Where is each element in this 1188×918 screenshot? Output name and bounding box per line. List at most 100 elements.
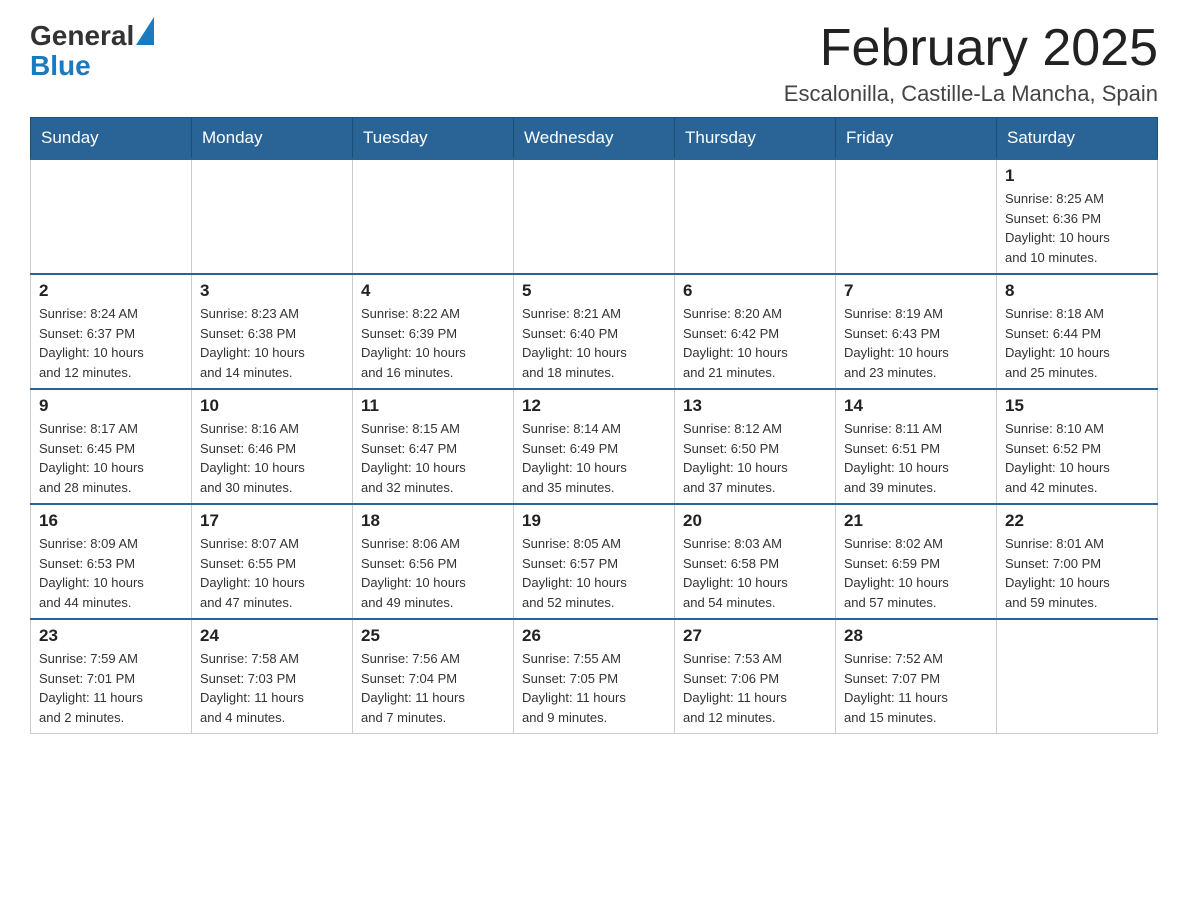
table-row: 2Sunrise: 8:24 AM Sunset: 6:37 PM Daylig… [31,274,192,389]
calendar-table: Sunday Monday Tuesday Wednesday Thursday… [30,117,1158,734]
calendar-header-row: Sunday Monday Tuesday Wednesday Thursday… [31,118,1158,160]
day-info: Sunrise: 8:09 AM Sunset: 6:53 PM Dayligh… [39,534,183,612]
day-info: Sunrise: 8:20 AM Sunset: 6:42 PM Dayligh… [683,304,827,382]
table-row: 3 Sunrise: 8:23 AM Sunset: 6:38 PM Daylig… [192,274,353,389]
calendar-week-row: 16 Sunrise: 8:09 AM Sunset: 6:53 PM Dayli… [31,504,1158,619]
day-info: Sunrise: 8:05 AM Sunset: 6:57 PM Dayligh… [522,534,666,612]
table-row: 21 Sunrise: 8:02 AM Sunset: 6:59 PM Dayli… [836,504,997,619]
header-friday: Friday [836,118,997,160]
day-number: 12 [522,396,666,416]
day-info: Sunrise: 8:17 AM Sunset: 6:45 PM Dayligh… [39,419,183,497]
day-number: 25 [361,626,505,646]
table-row: 11 Sunrise: 8:15 AM Sunset: 6:47 PM Dayli… [353,389,514,504]
day-number: 23 [39,626,183,646]
table-row: 9Sunrise: 8:17 AM Sunset: 6:45 PM Daylig… [31,389,192,504]
table-row: 26Sunrise: 7:55 AM Sunset: 7:05 PM Dayli… [514,619,675,734]
table-row [675,159,836,274]
day-info: Sunrise: 7:52 AM Sunset: 7:07 PM Dayligh… [844,649,988,727]
day-info: Sunrise: 8:10 AM Sunset: 6:52 PM Dayligh… [1005,419,1149,497]
table-row: 15 Sunrise: 8:10 AM Sunset: 6:52 PM Dayli… [997,389,1158,504]
table-row: 18 Sunrise: 8:06 AM Sunset: 6:56 PM Dayli… [353,504,514,619]
table-row [353,159,514,274]
day-info: Sunrise: 8:07 AM Sunset: 6:55 PM Dayligh… [200,534,344,612]
day-info: Sunrise: 8:22 AM Sunset: 6:39 PM Dayligh… [361,304,505,382]
table-row [997,619,1158,734]
table-row: 14 Sunrise: 8:11 AM Sunset: 6:51 PM Dayli… [836,389,997,504]
day-number: 20 [683,511,827,531]
day-info: Sunrise: 8:11 AM Sunset: 6:51 PM Dayligh… [844,419,988,497]
table-row [836,159,997,274]
day-number: 14 [844,396,988,416]
day-number: 5 [522,281,666,301]
calendar-week-row: 2Sunrise: 8:24 AM Sunset: 6:37 PM Daylig… [31,274,1158,389]
day-info: Sunrise: 8:16 AM Sunset: 6:46 PM Dayligh… [200,419,344,497]
title-section: February 2025 Escalonilla, Castille-La M… [784,20,1158,107]
logo: General Blue [30,20,154,80]
day-info: Sunrise: 8:25 AM Sunset: 6:36 PM Dayligh… [1005,189,1149,267]
day-number: 11 [361,396,505,416]
day-number: 19 [522,511,666,531]
day-number: 16 [39,511,183,531]
logo-blue: Blue [30,52,154,80]
table-row: 5 Sunrise: 8:21 AM Sunset: 6:40 PM Daylig… [514,274,675,389]
day-info: Sunrise: 8:14 AM Sunset: 6:49 PM Dayligh… [522,419,666,497]
table-row: 28 Sunrise: 7:52 AM Sunset: 7:07 PM Dayli… [836,619,997,734]
table-row: 23 Sunrise: 7:59 AM Sunset: 7:01 PM Dayli… [31,619,192,734]
day-number: 2 [39,281,183,301]
day-number: 26 [522,626,666,646]
day-info: Sunrise: 7:53 AM Sunset: 7:06 PM Dayligh… [683,649,827,727]
logo-general: General [30,20,134,52]
day-number: 8 [1005,281,1149,301]
day-number: 28 [844,626,988,646]
day-number: 27 [683,626,827,646]
day-number: 17 [200,511,344,531]
header-thursday: Thursday [675,118,836,160]
table-row: 8 Sunrise: 8:18 AM Sunset: 6:44 PM Daylig… [997,274,1158,389]
table-row: 10Sunrise: 8:16 AM Sunset: 6:46 PM Dayli… [192,389,353,504]
day-info: Sunrise: 8:01 AM Sunset: 7:00 PM Dayligh… [1005,534,1149,612]
header-sunday: Sunday [31,118,192,160]
table-row: 20 Sunrise: 8:03 AM Sunset: 6:58 PM Dayli… [675,504,836,619]
table-row: 19 Sunrise: 8:05 AM Sunset: 6:57 PM Dayli… [514,504,675,619]
day-info: Sunrise: 8:15 AM Sunset: 6:47 PM Dayligh… [361,419,505,497]
header-wednesday: Wednesday [514,118,675,160]
header-monday: Monday [192,118,353,160]
day-info: Sunrise: 8:19 AM Sunset: 6:43 PM Dayligh… [844,304,988,382]
day-info: Sunrise: 8:21 AM Sunset: 6:40 PM Dayligh… [522,304,666,382]
day-number: 7 [844,281,988,301]
table-row [31,159,192,274]
logo-triangle-icon [136,17,154,45]
table-row: 7 Sunrise: 8:19 AM Sunset: 6:43 PM Daylig… [836,274,997,389]
day-info: Sunrise: 8:03 AM Sunset: 6:58 PM Dayligh… [683,534,827,612]
table-row: 24 Sunrise: 7:58 AM Sunset: 7:03 PM Dayli… [192,619,353,734]
table-row [514,159,675,274]
day-number: 21 [844,511,988,531]
day-info: Sunrise: 7:58 AM Sunset: 7:03 PM Dayligh… [200,649,344,727]
day-info: Sunrise: 8:06 AM Sunset: 6:56 PM Dayligh… [361,534,505,612]
table-row [192,159,353,274]
day-number: 4 [361,281,505,301]
day-number: 13 [683,396,827,416]
month-title: February 2025 [784,20,1158,77]
calendar-week-row: 23 Sunrise: 7:59 AM Sunset: 7:01 PM Dayli… [31,619,1158,734]
header-saturday: Saturday [997,118,1158,160]
table-row: 12 Sunrise: 8:14 AM Sunset: 6:49 PM Dayli… [514,389,675,504]
table-row: 16 Sunrise: 8:09 AM Sunset: 6:53 PM Dayli… [31,504,192,619]
day-number: 15 [1005,396,1149,416]
day-info: Sunrise: 8:02 AM Sunset: 6:59 PM Dayligh… [844,534,988,612]
day-number: 24 [200,626,344,646]
day-number: 3 [200,281,344,301]
table-row: 6Sunrise: 8:20 AM Sunset: 6:42 PM Daylig… [675,274,836,389]
table-row: 1Sunrise: 8:25 AM Sunset: 6:36 PM Daylig… [997,159,1158,274]
table-row: 25 Sunrise: 7:56 AM Sunset: 7:04 PM Dayli… [353,619,514,734]
header-tuesday: Tuesday [353,118,514,160]
table-row: 13 Sunrise: 8:12 AM Sunset: 6:50 PM Dayli… [675,389,836,504]
day-info: Sunrise: 7:56 AM Sunset: 7:04 PM Dayligh… [361,649,505,727]
day-number: 22 [1005,511,1149,531]
day-info: Sunrise: 8:12 AM Sunset: 6:50 PM Dayligh… [683,419,827,497]
day-info: Sunrise: 7:59 AM Sunset: 7:01 PM Dayligh… [39,649,183,727]
page-header: General Blue February 2025 Escalonilla, … [30,20,1158,107]
day-info: Sunrise: 8:18 AM Sunset: 6:44 PM Dayligh… [1005,304,1149,382]
day-number: 18 [361,511,505,531]
day-info: Sunrise: 8:23 AM Sunset: 6:38 PM Dayligh… [200,304,344,382]
